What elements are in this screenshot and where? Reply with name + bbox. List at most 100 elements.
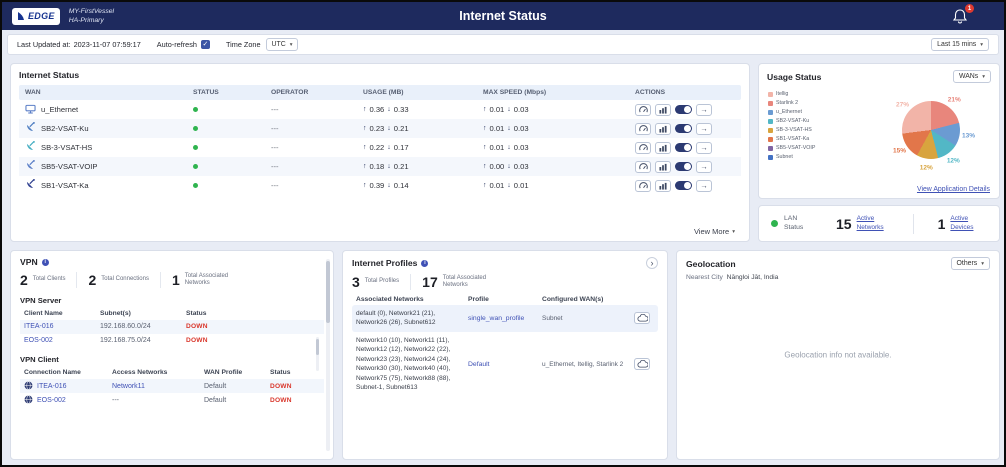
edge-logo-text: EDGE (28, 11, 55, 21)
pie-percentage-label: 27% (896, 101, 909, 108)
access-network-link[interactable]: Network11 (112, 383, 204, 390)
wan-details-button[interactable]: → (696, 161, 712, 173)
profile-sync-button[interactable] (634, 312, 650, 324)
active-networks-link[interactable]: Active Networks (857, 215, 893, 231)
pie-percentage-label: 12% (947, 157, 960, 164)
view-more-button[interactable]: View More ▾ (694, 227, 735, 236)
stat-total-associated-networks: 17 Total Associated Networks (422, 274, 502, 290)
legend-label: Subnet (776, 154, 793, 160)
cloud-icon (637, 360, 648, 368)
right-arrow-icon: → (700, 125, 708, 133)
stat-value: 3 (352, 274, 360, 290)
wan-details-button[interactable]: → (696, 123, 712, 135)
client-name-link[interactable]: ITEA-016 (24, 323, 100, 330)
active-networks-group: 15 Active Networks (836, 215, 893, 231)
table-row: u_Ethernet --- ↑0.36↓0.33 ↑0.01↓0.03 → (19, 100, 741, 119)
toggle-knob (684, 106, 691, 113)
legend-item: u_Ethernet (768, 109, 815, 115)
view-application-details-link[interactable]: View Application Details (917, 186, 990, 193)
speed-test-button[interactable] (635, 123, 651, 135)
vpn-client-body: ITEA-016 Network11 Default DOWN EOS-002 … (20, 379, 324, 407)
profile-name-link[interactable]: single_wan_profile (468, 315, 542, 322)
expand-panel-button[interactable]: › (646, 257, 658, 269)
wan-profile-value: Default (204, 383, 270, 390)
download-arrow-icon: ↓ (387, 125, 391, 132)
usage-chart-button[interactable] (655, 104, 671, 116)
globe-icon (24, 381, 33, 392)
lan-status-dot (771, 220, 778, 227)
legend-label: SB1-VSAT-Ka (776, 136, 809, 142)
col-status: Status (270, 369, 320, 376)
profile-sync-button[interactable] (634, 358, 650, 370)
info-icon[interactable]: i (42, 259, 49, 266)
usage-chart-button[interactable] (655, 161, 671, 173)
wan-table-header: WAN STATUS OPERATOR USAGE (MB) MAX SPEED… (19, 85, 741, 100)
upload-arrow-icon: ↑ (363, 163, 367, 170)
client-name-link[interactable]: EOS-002 (24, 337, 100, 344)
usage-chart-button[interactable] (655, 142, 671, 154)
bar-chart-icon (659, 163, 667, 171)
connection-name-link[interactable]: ITEA-016 (37, 383, 67, 390)
auto-refresh-label: Auto-refresh (157, 40, 197, 49)
scrollbar-thumb[interactable] (326, 261, 330, 323)
gauge-icon (639, 125, 648, 132)
wan-enable-toggle[interactable] (675, 162, 692, 171)
usage-down: 0.33 (394, 105, 409, 114)
profile-name-link[interactable]: Default (468, 361, 542, 368)
info-icon[interactable]: i (421, 260, 428, 267)
right-arrow-icon: → (700, 144, 708, 152)
stat-total-profiles: 3 Total Profiles (352, 274, 411, 290)
wan-details-button[interactable]: → (696, 104, 712, 116)
col-subnets: Subnet(s) (100, 310, 186, 317)
active-devices-link[interactable]: Active Devices (950, 215, 986, 231)
wan-enable-toggle[interactable] (675, 105, 692, 114)
stat-value: 2 (88, 272, 96, 288)
speed-test-button[interactable] (635, 142, 651, 154)
wan-details-button[interactable]: → (696, 180, 712, 192)
bar-chart-icon (659, 106, 667, 114)
legend-swatch (768, 101, 773, 106)
scrollbar-thumb[interactable] (316, 339, 319, 355)
pie-percentage-label: 13% (962, 132, 975, 139)
pie-percentage-label: 15% (893, 148, 906, 155)
pie-percentage-label: 21% (948, 96, 961, 103)
wan-name: SB5-VSAT-VOIP (41, 162, 97, 171)
timezone-select[interactable]: UTC ▾ (266, 38, 299, 51)
stat-label: Total Associated Networks (185, 273, 233, 287)
auto-refresh-checkbox[interactable]: ✓ (201, 40, 210, 49)
usage-chart-button[interactable] (655, 180, 671, 192)
edge-logo-icon (17, 11, 25, 21)
col-usage: USAGE (MB) (363, 89, 483, 96)
chevron-down-icon: ▾ (732, 229, 735, 235)
download-arrow-icon: ↓ (387, 182, 391, 189)
time-range-select[interactable]: Last 15 mins ▾ (931, 38, 989, 51)
edge-logo[interactable]: EDGE (12, 8, 60, 25)
right-arrow-icon: → (700, 163, 708, 171)
usage-filter-select[interactable]: WANs ▾ (953, 70, 991, 83)
usage-status-title: Usage Status (767, 72, 821, 82)
pie-percentage-label: 12% (920, 164, 933, 171)
access-network-value: --- (112, 397, 204, 404)
speed-test-button[interactable] (635, 180, 651, 192)
speed-test-button[interactable] (635, 161, 651, 173)
wan-table-body: u_Ethernet --- ↑0.36↓0.33 ↑0.01↓0.03 → S… (19, 100, 741, 195)
col-connection-name: Connection Name (24, 369, 112, 376)
geolocation-filter-select[interactable]: Others ▾ (951, 257, 990, 270)
connection-name-link[interactable]: EOS-002 (37, 397, 66, 404)
wan-enable-toggle[interactable] (675, 181, 692, 190)
wan-details-button[interactable]: → (696, 142, 712, 154)
wan-enable-toggle[interactable] (675, 143, 692, 152)
speed-test-button[interactable] (635, 104, 651, 116)
notification-badge: 1 (965, 4, 974, 13)
notifications-button[interactable]: 1 (953, 8, 968, 24)
stat-label: Total Connections (101, 276, 149, 283)
usage-chart-button[interactable] (655, 123, 671, 135)
upload-arrow-icon: ↑ (363, 182, 367, 189)
wan-enable-toggle[interactable] (675, 124, 692, 133)
profiles-stats: 3 Total Profiles 17 Total Associated Net… (352, 274, 658, 290)
vessel-mode: HA-Primary (69, 16, 114, 25)
wan-name: SB-3-VSAT-HS (41, 143, 92, 152)
vessel-info: MY-FirstVessel HA-Primary (69, 7, 114, 25)
legend-label: SB-3-VSAT-HS (776, 127, 812, 133)
col-actions: ACTIONS (635, 89, 735, 96)
